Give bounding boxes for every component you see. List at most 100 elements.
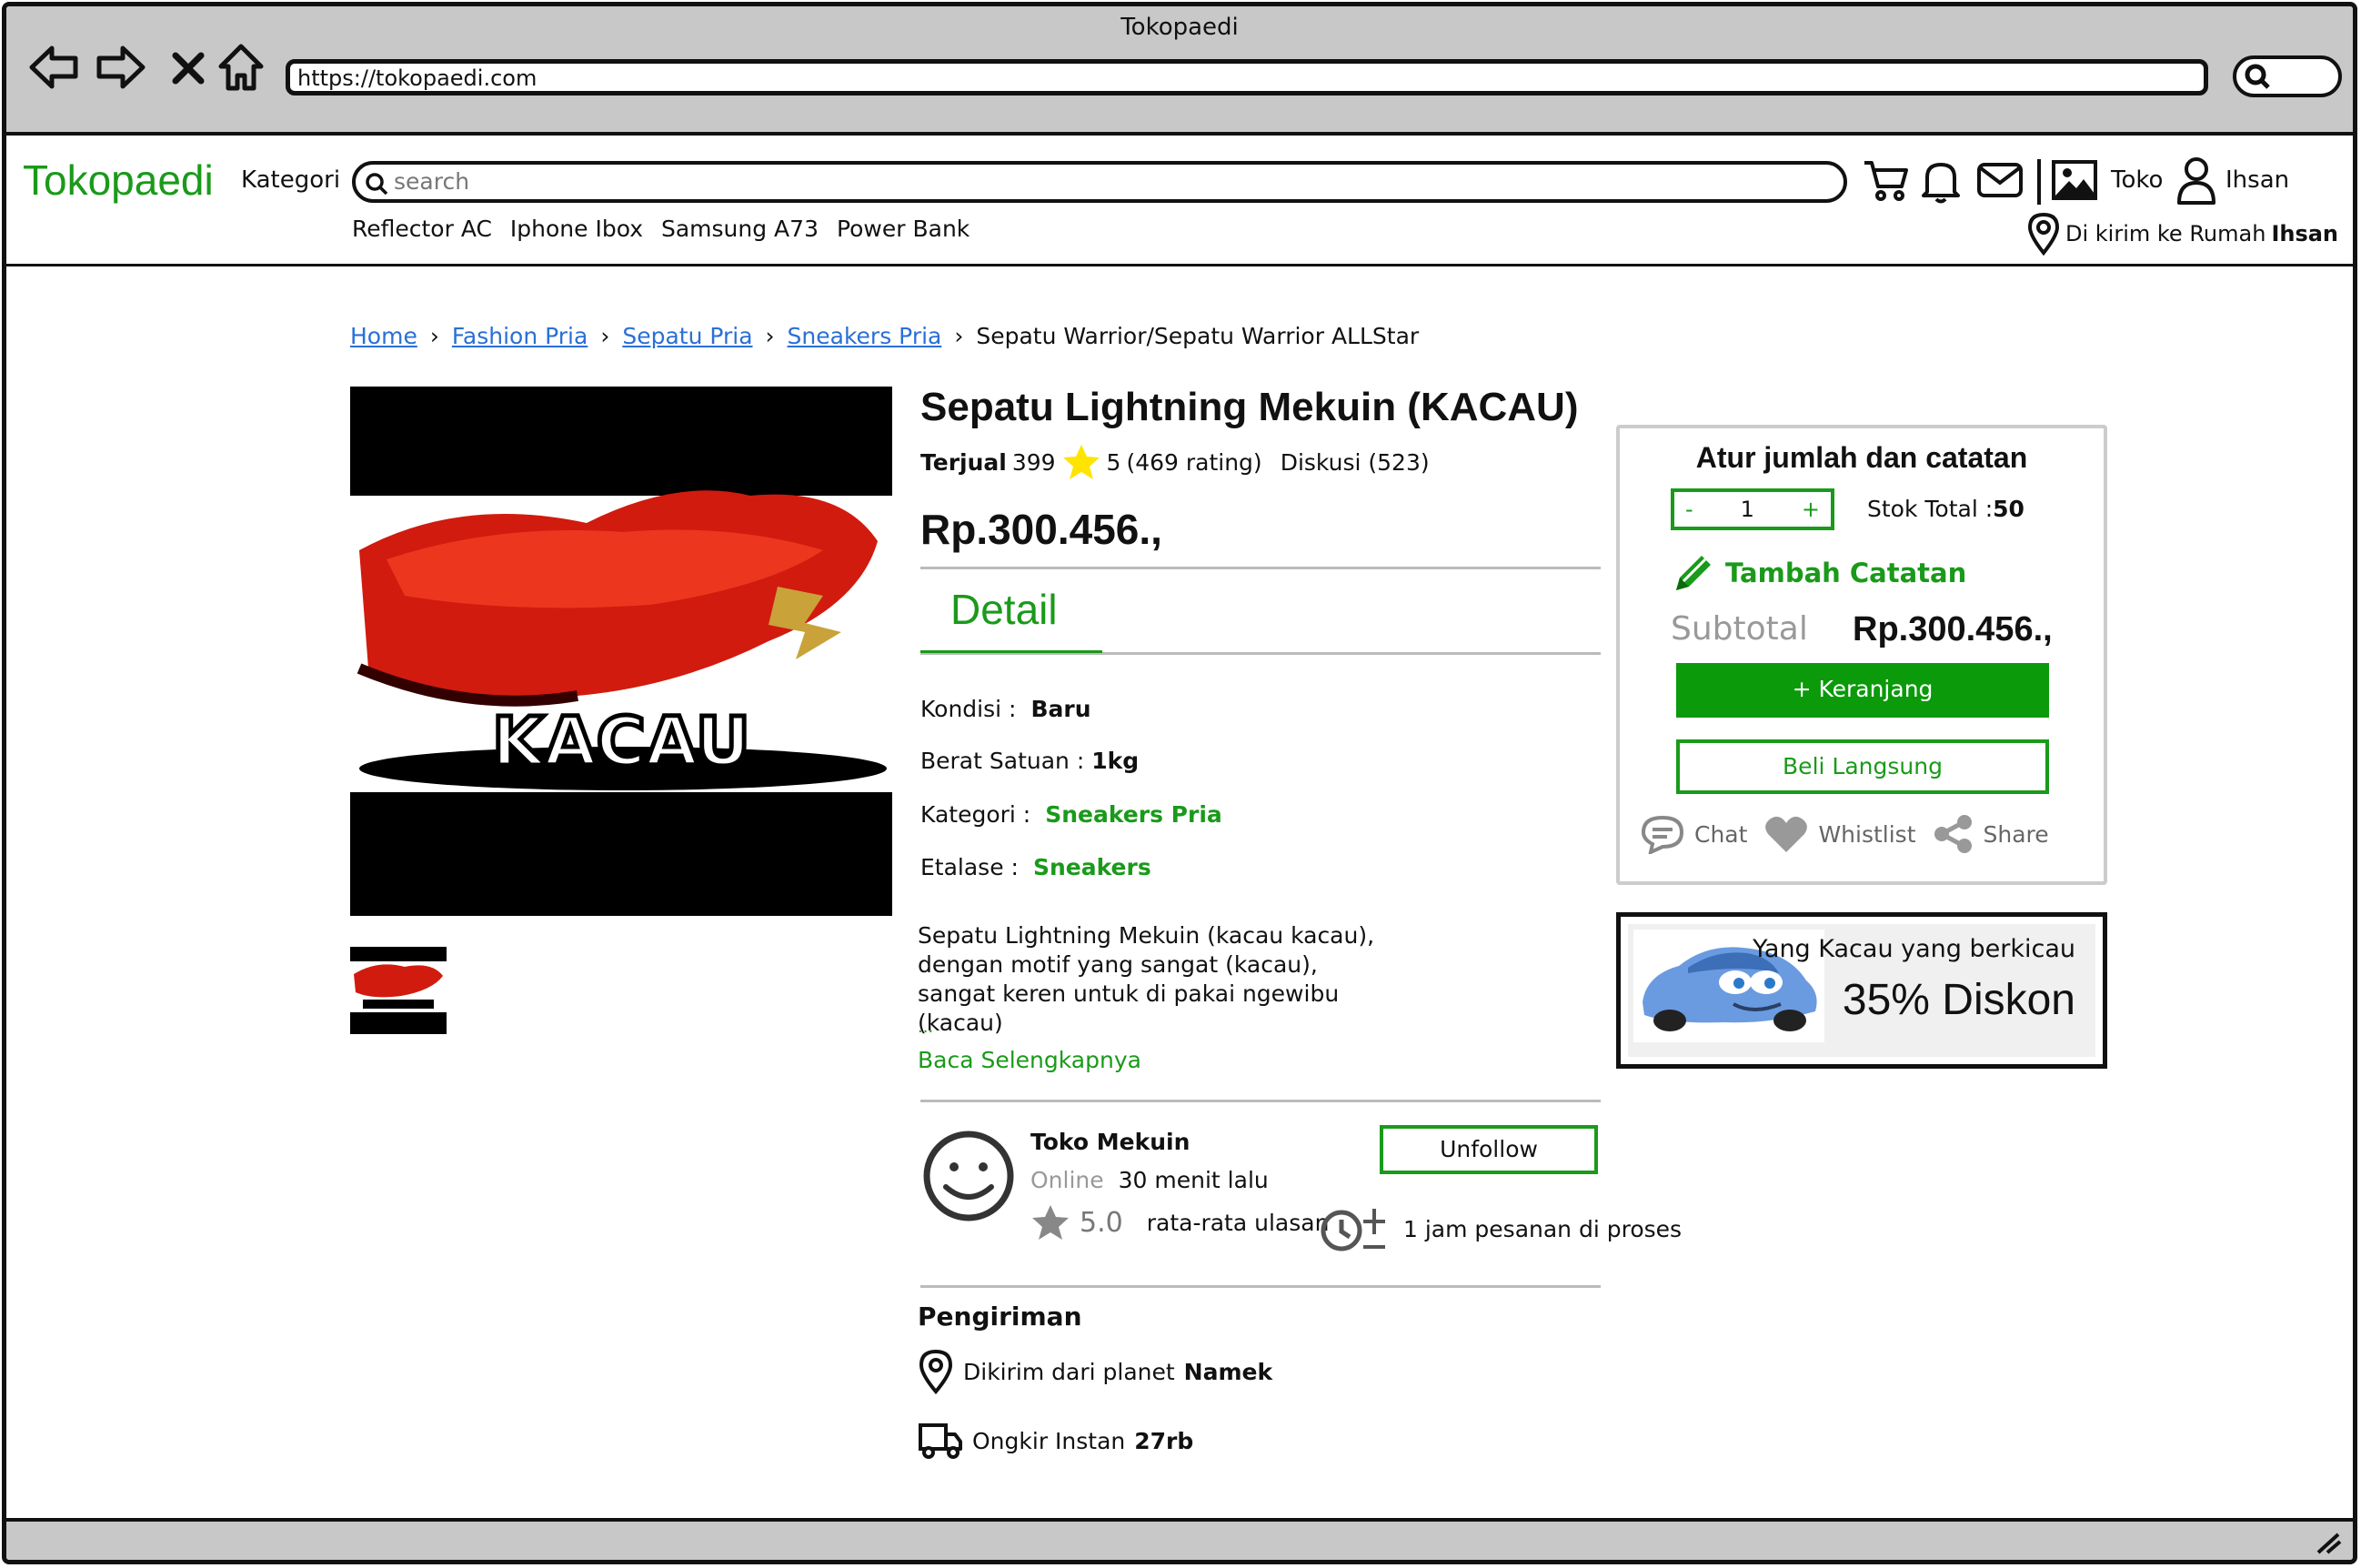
spec-berat: Berat Satuan :1kg xyxy=(920,748,1139,774)
shop-avatar-icon[interactable] xyxy=(920,1123,1017,1223)
quick-link[interactable]: Power Bank xyxy=(837,216,970,242)
chat-button[interactable]: Chat xyxy=(1640,814,1747,854)
divider xyxy=(920,1100,1601,1102)
quick-links: Reflector AC Iphone Ibox Samsung A73 Pow… xyxy=(352,216,980,242)
chevron-right-icon: › xyxy=(429,323,439,349)
user-name[interactable]: Ihsan xyxy=(2225,166,2289,194)
spec-label: Berat Satuan : xyxy=(920,748,1085,774)
window-title: Tokopaedi xyxy=(1120,14,1239,41)
decrement-button[interactable]: - xyxy=(1685,497,1693,522)
promo-inner: Yang Kacau yang berkicau 35% Diskon xyxy=(1628,924,2095,1057)
shop-rating-label: rata-rata ulasan xyxy=(1146,1209,1330,1236)
tab-detail-underline xyxy=(920,650,1102,653)
shipping-cost: Ongkir Instan 27rb xyxy=(918,1422,1193,1460)
user-icon[interactable] xyxy=(2176,156,2216,205)
product-thumbnail[interactable] xyxy=(350,947,447,1034)
spec-label: Kategori : xyxy=(920,801,1031,828)
search-placeholder: search xyxy=(394,168,470,195)
toko-link[interactable]: Toko xyxy=(2111,166,2163,194)
quick-link[interactable]: Samsung A73 xyxy=(661,216,819,242)
read-more-link[interactable]: Baca Selengkapnya xyxy=(918,1047,1141,1073)
bell-icon[interactable] xyxy=(1920,157,1962,205)
share-button[interactable]: Share xyxy=(1933,814,2049,854)
clock-icon xyxy=(1321,1209,1385,1251)
product-main-image[interactable]: KACAU xyxy=(350,387,892,916)
shop-name[interactable]: Toko Mekuin xyxy=(1030,1129,1190,1155)
breadcrumb-current: Sepatu Warrior/Sepatu Warrior ALLStar xyxy=(976,323,1420,349)
promo-subtitle: Yang Kacau yang berkicau xyxy=(1753,935,2075,963)
search-icon xyxy=(2245,64,2270,89)
shop-process-time: 1 jam pesanan di proses xyxy=(1320,1203,1682,1254)
discussion-link[interactable]: Diskusi (523) xyxy=(1281,449,1430,476)
origin-value: Namek xyxy=(1183,1358,1273,1385)
spec-value: 1kg xyxy=(1091,748,1140,774)
share-label: Share xyxy=(1983,820,2049,848)
add-note-label: Tambah Catatan xyxy=(1725,558,1967,588)
panel-actions: Chat Whistlist Share xyxy=(1640,814,2065,854)
product-title: Sepatu Lightning Mekuin (KACAU) xyxy=(920,385,1579,429)
chat-label: Chat xyxy=(1694,820,1748,848)
shipping-title: Pengiriman xyxy=(918,1302,1082,1332)
divider xyxy=(920,1285,1601,1288)
quick-link[interactable]: Reflector AC xyxy=(352,216,492,242)
promo-banner[interactable]: Yang Kacau yang berkicau 35% Diskon xyxy=(1616,912,2107,1069)
divider xyxy=(2037,159,2041,205)
site-logo[interactable]: Tokopaedi xyxy=(23,156,214,205)
browser-search-button[interactable] xyxy=(2233,55,2342,97)
wishlist-button[interactable]: Whistlist xyxy=(1763,814,1916,854)
forward-arrow-icon[interactable] xyxy=(95,43,146,92)
breadcrumb-link[interactable]: Sneakers Pria xyxy=(788,323,942,349)
url-bar[interactable]: https://tokopaedi.com xyxy=(286,59,2208,95)
location-pin-icon xyxy=(919,1349,953,1394)
image-icon[interactable] xyxy=(2051,159,2098,201)
home-icon[interactable] xyxy=(217,43,265,94)
quantity-stepper[interactable]: - 1 + xyxy=(1671,488,1834,530)
resize-grip-icon[interactable] xyxy=(2313,1529,2344,1556)
truck-icon xyxy=(919,1423,962,1459)
quick-link[interactable]: Iphone Ibox xyxy=(510,216,643,242)
browser-chrome: Tokopaedi https://tokopaedi.com xyxy=(6,6,2353,136)
rating-value: 5 xyxy=(1106,448,1121,476)
purchase-panel-title: Atur jumlah dan catatan xyxy=(1695,441,2028,474)
etalase-link[interactable]: Sneakers xyxy=(1033,854,1151,880)
product-photo: KACAU xyxy=(350,387,892,916)
kategori-link[interactable]: Sneakers Pria xyxy=(1045,801,1222,828)
increment-button[interactable]: + xyxy=(1802,497,1820,522)
close-icon[interactable] xyxy=(170,50,206,86)
site-search-input[interactable]: search xyxy=(352,161,1847,203)
thumbnail-photo xyxy=(350,947,447,1034)
origin-label: Dikirim dari planet xyxy=(963,1358,1175,1385)
mail-icon[interactable] xyxy=(1976,161,2024,199)
rating-count[interactable]: (469 rating) xyxy=(1126,449,1261,476)
location-pin-icon xyxy=(2027,212,2060,256)
unfollow-button[interactable]: Unfollow xyxy=(1380,1125,1598,1174)
share-icon xyxy=(1934,815,1972,853)
cost-label: Ongkir Instan xyxy=(972,1427,1126,1454)
browser-window: Tokopaedi https://tokopaedi.com Tokopaed… xyxy=(2,2,2357,1564)
heart-icon xyxy=(1765,816,1808,852)
buy-now-button[interactable]: Beli Langsung xyxy=(1676,739,2049,794)
quantity-value[interactable]: 1 xyxy=(1741,497,1754,522)
kategori-menu[interactable]: Kategori xyxy=(241,166,340,194)
breadcrumb-link[interactable]: Sepatu Pria xyxy=(622,323,752,349)
chevron-right-icon: › xyxy=(765,323,775,349)
back-arrow-icon[interactable] xyxy=(28,43,79,92)
add-to-cart-button[interactable]: + Keranjang xyxy=(1676,663,2049,718)
delivery-address[interactable]: Di kirim ke Rumah Ihsan xyxy=(2027,212,2338,256)
product-description: Sepatu Lightning Mekuin (kacau kacau), d… xyxy=(918,922,1375,1036)
browser-status-bar xyxy=(6,1518,2353,1560)
breadcrumb-link[interactable]: Fashion Pria xyxy=(452,323,588,349)
spec-kondisi: Kondisi : Baru xyxy=(920,696,1091,722)
breadcrumb-link[interactable]: Home xyxy=(350,323,417,349)
stock-value: 50 xyxy=(1993,496,2024,522)
subtotal-value: Rp.300.456., xyxy=(1853,610,2053,648)
online-time: 30 menit lalu xyxy=(1118,1167,1269,1193)
tab-detail[interactable]: Detail xyxy=(950,585,1058,634)
star-icon xyxy=(1062,445,1100,479)
spec-value: Baru xyxy=(1030,696,1091,722)
product-price: Rp.300.456., xyxy=(920,506,1162,553)
shop-online-status: Online 30 menit lalu xyxy=(1030,1167,1269,1193)
add-note-button[interactable]: Tambah Catatan xyxy=(1671,550,1966,596)
spec-kategori: Kategori : Sneakers Pria xyxy=(920,801,1222,828)
cart-icon[interactable] xyxy=(1862,157,1909,203)
